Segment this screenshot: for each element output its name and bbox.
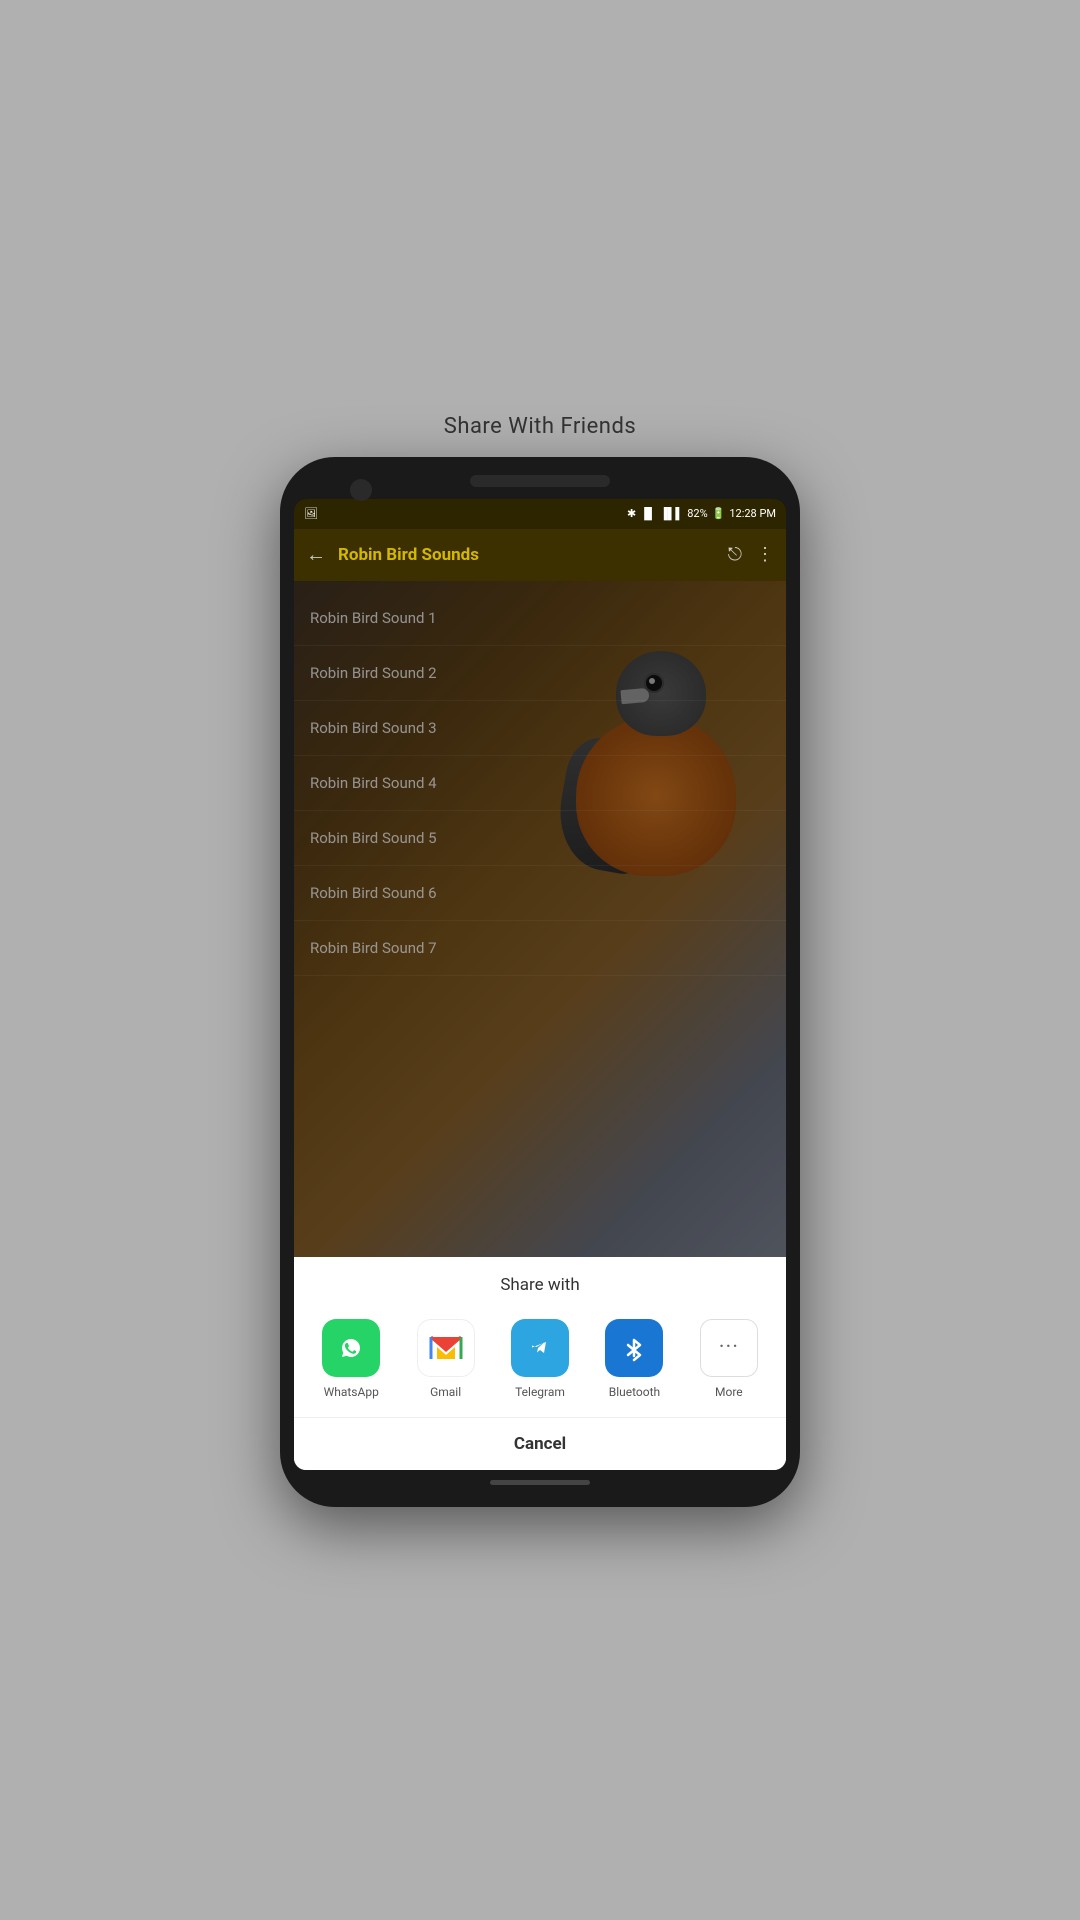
app-bar-actions: ⎋ ⋮ — [728, 544, 774, 565]
phone-camera — [350, 479, 372, 501]
bluetooth-icon — [605, 1319, 663, 1377]
more-icon: ··· — [700, 1319, 758, 1377]
gmail-icon — [417, 1319, 475, 1377]
phone-speaker — [470, 475, 610, 487]
battery-icon: 🔋 — [712, 507, 726, 520]
home-bar — [490, 1480, 590, 1485]
share-app-bluetooth[interactable]: Bluetooth — [587, 1319, 681, 1399]
status-bar: 🖼 ✱ ▐▌ ▐▌▌ 82% 🔋 12:28 PM — [294, 499, 786, 529]
share-sheet: Share with WhatsApp — [294, 1257, 786, 1470]
bluetooth-label: Bluetooth — [609, 1385, 660, 1399]
image-icon: 🖼 — [304, 507, 318, 520]
whatsapp-icon — [322, 1319, 380, 1377]
whatsapp-label: WhatsApp — [324, 1385, 379, 1399]
app-bar: ← Robin Bird Sounds ⎋ ⋮ — [294, 529, 786, 581]
app-bar-title: Robin Bird Sounds — [338, 545, 728, 565]
telegram-icon — [511, 1319, 569, 1377]
more-label: More — [715, 1385, 743, 1399]
share-app-telegram[interactable]: Telegram — [493, 1319, 587, 1399]
phone-screen: 🖼 ✱ ▐▌ ▐▌▌ 82% 🔋 12:28 PM ← Robin Bird S… — [294, 499, 786, 1470]
share-app-more[interactable]: ··· More — [682, 1319, 776, 1399]
signal-icon-2: ▐▌▌ — [660, 507, 683, 520]
more-button[interactable]: ⋮ — [756, 544, 774, 565]
time-text: 12:28 PM — [729, 507, 776, 520]
bluetooth-status-icon: ✱ — [627, 507, 636, 520]
battery-text: 82% — [687, 507, 707, 520]
share-button[interactable]: ⎋ — [728, 544, 742, 565]
share-app-gmail[interactable]: Gmail — [398, 1319, 492, 1399]
more-dots-icon: ··· — [719, 1335, 739, 1360]
back-button[interactable]: ← — [306, 542, 326, 567]
status-right: ✱ ▐▌ ▐▌▌ 82% 🔋 12:28 PM — [627, 507, 776, 520]
telegram-label: Telegram — [515, 1385, 565, 1399]
cancel-button[interactable]: Cancel — [294, 1417, 786, 1470]
status-left: 🖼 — [304, 507, 318, 520]
page-title: Share With Friends — [444, 414, 636, 439]
content-area: Robin Bird Sound 1 Robin Bird Sound 2 Ro… — [294, 581, 786, 1470]
share-app-whatsapp[interactable]: WhatsApp — [304, 1319, 398, 1399]
share-apps-row: WhatsApp — [294, 1311, 786, 1417]
gmail-label: Gmail — [430, 1385, 461, 1399]
share-sheet-title: Share with — [294, 1257, 786, 1311]
signal-icon: ▐▌ — [640, 507, 656, 520]
phone-frame: 🖼 ✱ ▐▌ ▐▌▌ 82% 🔋 12:28 PM ← Robin Bird S… — [280, 457, 800, 1507]
